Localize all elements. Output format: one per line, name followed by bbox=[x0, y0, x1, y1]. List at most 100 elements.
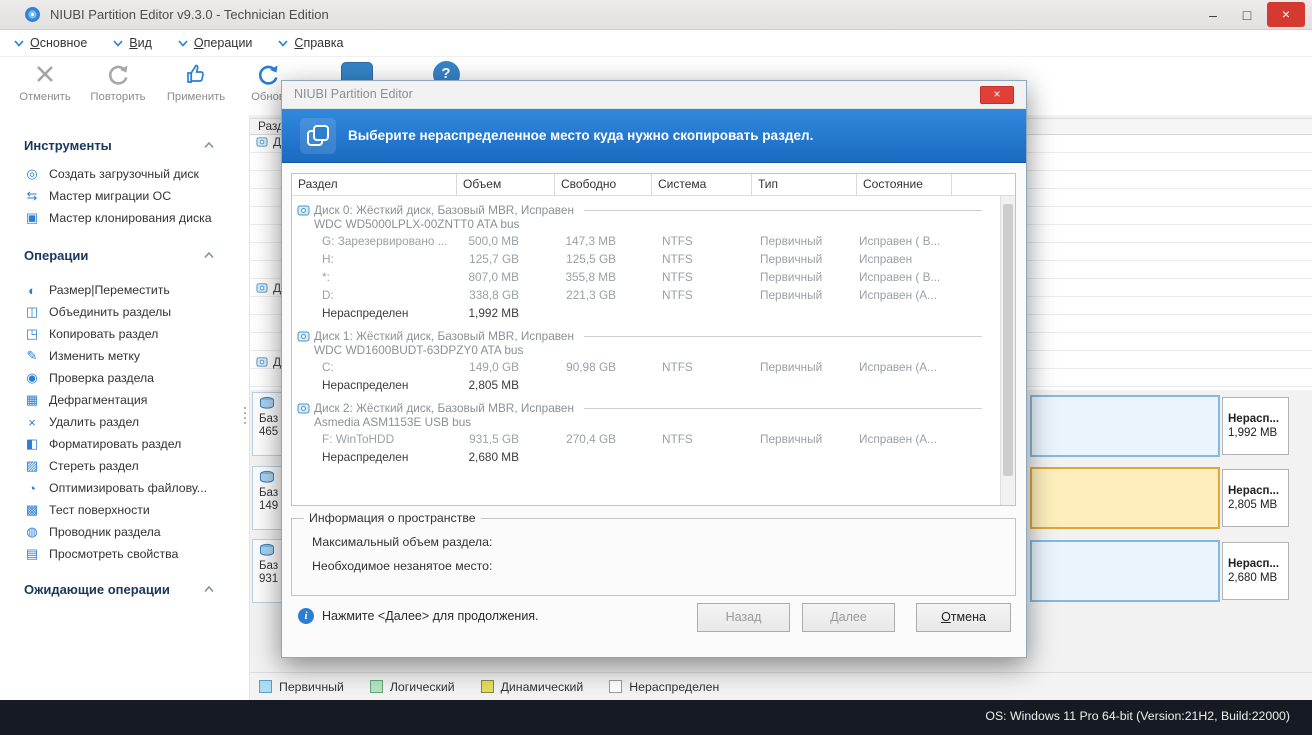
disk0-unallocated-block[interactable]: Нерасп... 1,992 MB bbox=[1222, 397, 1289, 455]
disk0-group-row[interactable]: Диск 0: Жёсткий диск, Базовый MBR, Испра… bbox=[292, 202, 1000, 232]
fragment-text: Д bbox=[273, 281, 282, 295]
sidebar-section-pending-operations[interactable]: Ожидающие операции bbox=[24, 577, 214, 601]
legend-primary: Первичный bbox=[259, 680, 344, 694]
item-label: Мастер миграции ОС bbox=[49, 189, 172, 203]
minimize-button[interactable]: – bbox=[1196, 0, 1230, 30]
menu-item-operations[interactable]: Операции bbox=[178, 36, 252, 50]
sidebar-item-view-properties[interactable]: ▤ Просмотреть свойства bbox=[24, 543, 249, 565]
sidebar-section-tools[interactable]: Инструменты bbox=[24, 133, 214, 157]
partition-row[interactable]: H: 125,7 GB 125,5 GB NTFS Первичный Испр… bbox=[292, 250, 1000, 268]
legend-dynamic: Динамический bbox=[480, 680, 583, 694]
back-button[interactable]: Назад bbox=[697, 603, 790, 632]
copy-partition-icon: ◳ bbox=[25, 326, 39, 341]
unallocated-label: Нерасп... bbox=[1228, 558, 1280, 570]
table-scrollbar[interactable] bbox=[1000, 196, 1015, 505]
col-type[interactable]: Тип bbox=[752, 174, 857, 195]
col-partition[interactable]: Раздел bbox=[292, 174, 457, 195]
menu-item-help[interactable]: Справка bbox=[278, 36, 343, 50]
scrollbar-thumb[interactable] bbox=[1003, 204, 1013, 476]
sidebar-item-copy-partition[interactable]: ◳ Копировать раздел bbox=[24, 323, 249, 345]
disk-row-fragment: Д bbox=[256, 135, 281, 149]
next-button[interactable]: Далее bbox=[802, 603, 895, 632]
sidebar-item-os-migration[interactable]: ⇆ Мастер миграции ОС bbox=[24, 185, 249, 207]
redo-button[interactable]: Повторить bbox=[76, 59, 160, 103]
groupbox-title: Информация о пространстве bbox=[304, 511, 481, 525]
view-properties-icon: ▤ bbox=[25, 546, 39, 561]
disk2-partition-block[interactable] bbox=[1030, 540, 1220, 602]
disk-title: Диск 0: Жёсткий диск, Базовый MBR, Испра… bbox=[314, 202, 574, 217]
unallocated-label: Нерасп... bbox=[1228, 413, 1280, 425]
redo-label: Повторить bbox=[90, 91, 146, 103]
chevron-down-icon bbox=[278, 39, 289, 47]
disk-model: Asmedia ASM1153E USB bus bbox=[314, 415, 472, 429]
resize-move-icon: ◐ bbox=[28, 282, 36, 298]
sidebar-item-wipe-partition[interactable]: ▨ Стереть раздел bbox=[24, 455, 249, 477]
legend-label: Первичный bbox=[279, 679, 344, 694]
disk2-unallocated-block[interactable]: Нерасп... 2,680 MB bbox=[1222, 542, 1289, 600]
unallocated-row[interactable]: Нераспределен 2,805 MB bbox=[292, 376, 1000, 394]
sidebar-section-operations[interactable]: Операции bbox=[24, 243, 214, 267]
col-free[interactable]: Свободно bbox=[555, 174, 652, 195]
unallocated-row[interactable]: Нераспределен 2,680 MB bbox=[292, 448, 1000, 466]
undo-button[interactable]: Отменить bbox=[3, 59, 87, 103]
sidebar-item-merge-partitions[interactable]: ◫ Объединить разделы bbox=[24, 301, 249, 323]
col-status[interactable]: Состояние bbox=[857, 174, 952, 195]
sidebar-resize-handle[interactable] bbox=[244, 407, 246, 424]
cancel-button[interactable]: Отмена bbox=[916, 603, 1011, 632]
sidebar-item-resize-move[interactable]: ◐ Размер|Переместить bbox=[24, 279, 249, 301]
sidebar-item-defragment[interactable]: ▦ Дефрагментация bbox=[24, 389, 249, 411]
sidebar-item-check-partition[interactable]: ◉ Проверка раздела bbox=[24, 367, 249, 389]
sidebar-item-bootable-media[interactable]: ◎ Создать загрузочный диск bbox=[24, 163, 249, 185]
partition-row[interactable]: C: 149,0 GB 90,98 GB NTFS Первичный Испр… bbox=[292, 358, 1000, 376]
unallocated-size: 1,992 MB bbox=[1228, 427, 1278, 439]
sidebar-item-format-partition[interactable]: ◧ Форматировать раздел bbox=[24, 433, 249, 455]
disk-icon bbox=[256, 283, 268, 293]
required-space-label: Необходимое незанятое место: bbox=[312, 559, 493, 573]
disk2-group-row[interactable]: Диск 2: Жёсткий диск, Базовый MBR, Испра… bbox=[292, 400, 1000, 430]
optimize-filesystem-icon: ◔ bbox=[28, 480, 36, 496]
maximize-button[interactable]: □ bbox=[1230, 0, 1264, 30]
window-titlebar: NIUBI Partition Editor v9.3.0 - Technici… bbox=[0, 0, 1312, 30]
sidebar-item-surface-test[interactable]: ▩ Тест поверхности bbox=[24, 499, 249, 521]
partition-explorer-icon: ◍ bbox=[26, 524, 38, 539]
partition-row[interactable]: D: 338,8 GB 221,3 GB NTFS Первичный Испр… bbox=[292, 286, 1000, 304]
dialog-close-button[interactable]: × bbox=[980, 86, 1014, 104]
check-partition-icon: ◉ bbox=[26, 370, 38, 385]
unallocated-size: 2,805 MB bbox=[1228, 499, 1278, 511]
disk1-group-row[interactable]: Диск 1: Жёсткий диск, Базовый MBR, Испра… bbox=[292, 328, 1000, 358]
disk-model: WDC WD5000LPLX-00ZNTT0 ATA bus bbox=[314, 217, 520, 231]
item-label: Стереть раздел bbox=[49, 459, 139, 473]
partition-row[interactable]: *: 807,0 MB 355,8 MB NTFS Первичный Испр… bbox=[292, 268, 1000, 286]
disk-title: Диск 2: Жёсткий диск, Базовый MBR, Испра… bbox=[314, 400, 574, 415]
partition-row[interactable]: G: Зарезервировано ... 500,0 MB 147,3 MB… bbox=[292, 232, 1000, 250]
unallocated-row[interactable]: Нераспределен 1,992 MB bbox=[292, 304, 1000, 322]
item-label: Форматировать раздел bbox=[49, 437, 182, 451]
sidebar-item-delete-partition[interactable]: × Удалить раздел bbox=[24, 411, 249, 433]
item-label: Дефрагментация bbox=[49, 393, 148, 407]
table-header-row: Раздел Объем Свободно Система Тип Состоя… bbox=[292, 174, 1015, 196]
defragment-icon: ▦ bbox=[25, 392, 39, 407]
close-button[interactable]: × bbox=[1267, 2, 1305, 27]
col-capacity[interactable]: Объем bbox=[457, 174, 555, 195]
disk1-unallocated-block[interactable]: Нерасп... 2,805 MB bbox=[1222, 469, 1289, 527]
format-partition-icon: ◧ bbox=[25, 436, 39, 451]
sidebar-item-clone-disk[interactable]: ▣ Мастер клонирования диска bbox=[24, 207, 249, 229]
section-title: Ожидающие операции bbox=[24, 581, 170, 597]
table-body: Диск 0: Жёсткий диск, Базовый MBR, Испра… bbox=[292, 196, 1000, 505]
col-filesystem[interactable]: Система bbox=[652, 174, 752, 195]
sidebar-item-partition-explorer[interactable]: ◍ Проводник раздела bbox=[24, 521, 249, 543]
logical-swatch bbox=[369, 680, 383, 693]
disk0-partition-block[interactable] bbox=[1030, 395, 1220, 457]
undo-label: Отменить bbox=[19, 91, 71, 103]
sidebar: Инструменты ◎ Создать загрузочный диск ⇆… bbox=[0, 115, 250, 700]
menu-item-view[interactable]: Вид bbox=[113, 36, 152, 50]
sidebar-item-optimize-filesystem[interactable]: ◔ Оптимизировать файлову... bbox=[24, 477, 249, 499]
sidebar-item-change-label[interactable]: ✎ Изменить метку bbox=[24, 345, 249, 367]
disk1-partition-block-selected[interactable] bbox=[1030, 467, 1220, 529]
dialog-hint: Нажмите <Далее> для продолжения. bbox=[322, 609, 539, 623]
partition-row[interactable]: F: WinToHDD 931,5 GB 270,4 GB NTFS Перви… bbox=[292, 430, 1000, 448]
item-label: Тест поверхности bbox=[49, 503, 150, 517]
menu-item-main[interactable]: Основное bbox=[14, 36, 87, 50]
section-title: Инструменты bbox=[24, 137, 112, 153]
os-info: OS: Windows 11 Pro 64-bit (Version:21H2,… bbox=[985, 708, 1290, 723]
